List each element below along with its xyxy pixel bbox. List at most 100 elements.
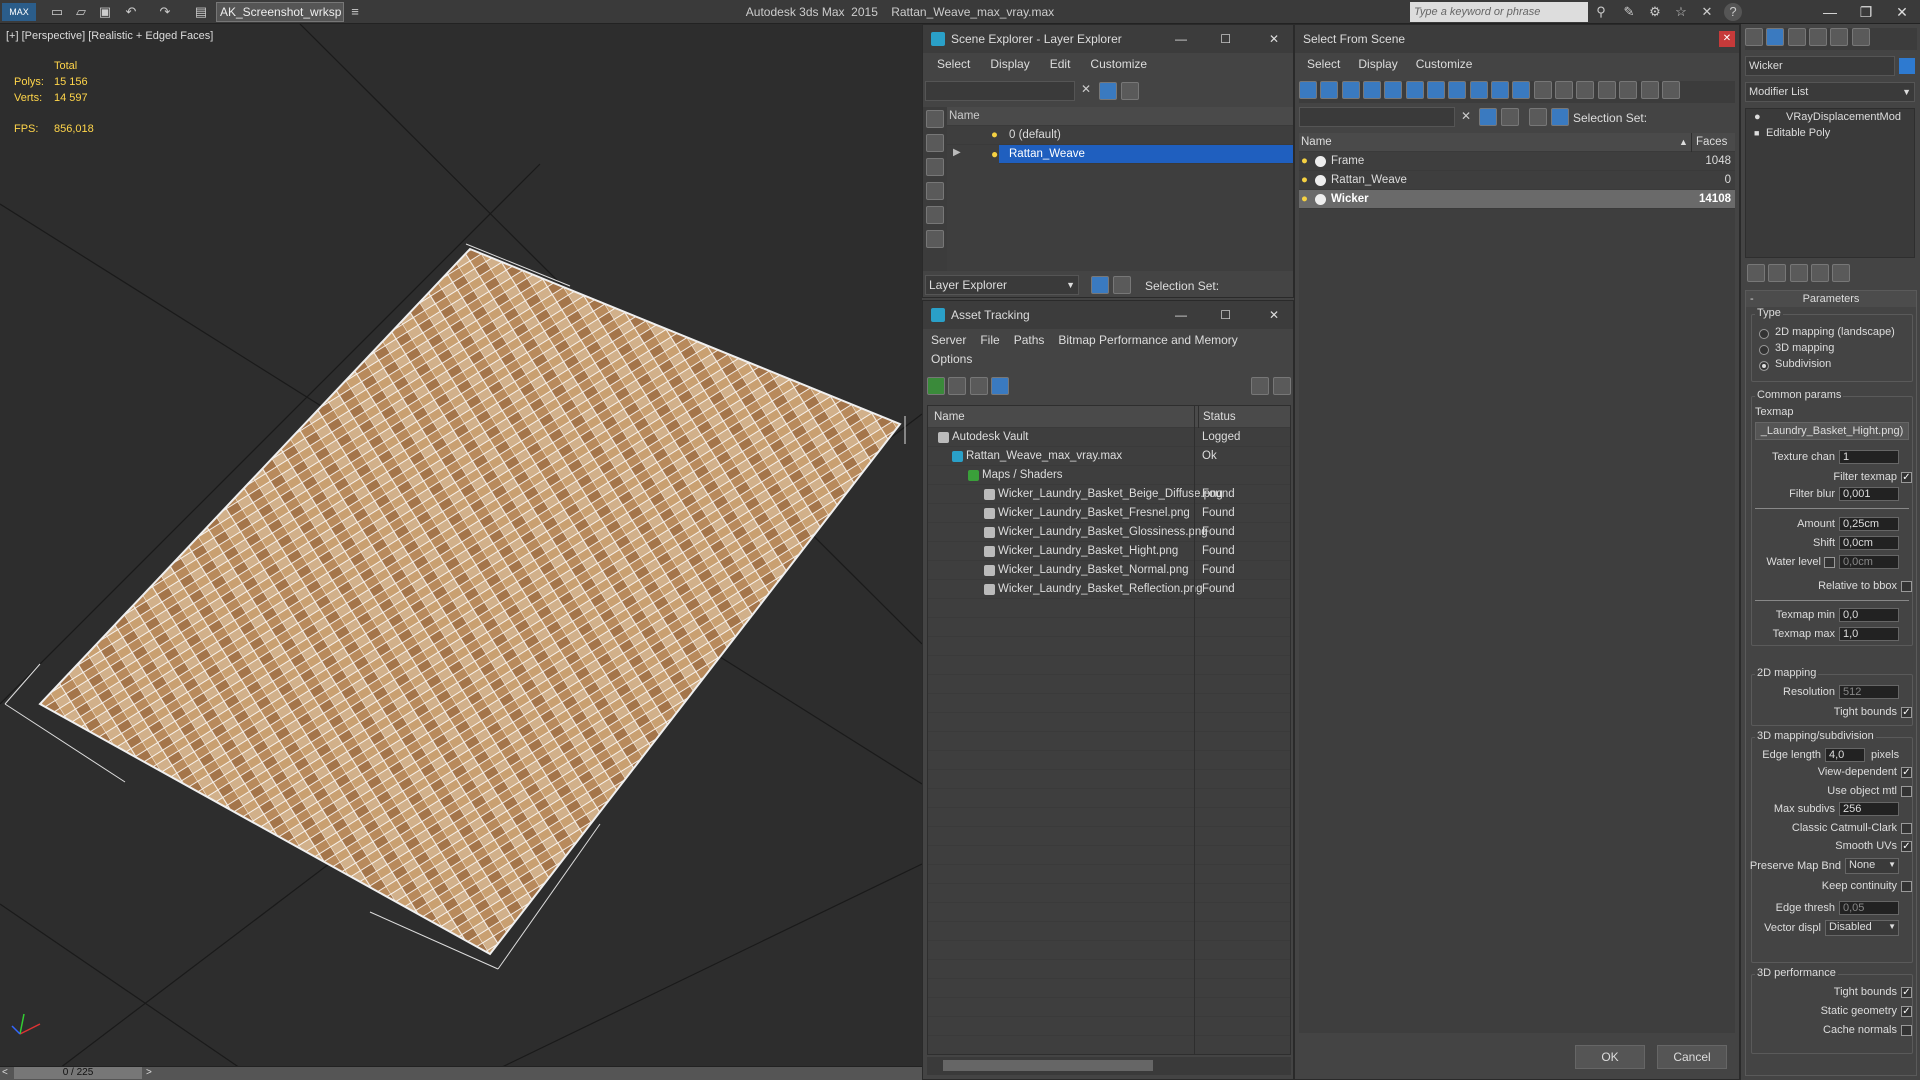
redo-icon[interactable]: ↷: [156, 3, 174, 21]
clear-find-icon[interactable]: ✕: [1461, 109, 1471, 123]
light-bulb-icon[interactable]: ●: [1301, 190, 1308, 209]
subscription-icon[interactable]: ⚙: [1646, 3, 1664, 21]
filter-blur-spinner[interactable]: 0,001: [1839, 487, 1899, 501]
asset-row[interactable]: Maps / Shaders: [928, 466, 1290, 485]
minimize-icon[interactable]: —: [1812, 0, 1848, 24]
display-hidden-icon[interactable]: [1533, 81, 1552, 99]
asset-row[interactable]: Autodesk Vault Logged: [928, 428, 1290, 447]
time-slider[interactable]: 0 / 225: [14, 1067, 142, 1079]
column-faces[interactable]: Faces: [1691, 133, 1727, 152]
layer-options-icon[interactable]: [1121, 82, 1139, 100]
smooth-uvs-checkbox[interactable]: ✓: [1901, 841, 1912, 852]
perspective-viewport[interactable]: [+] [Perspective] [Realistic + Edged Fac…: [0, 24, 922, 1068]
hierarchy-tab-icon[interactable]: [1787, 28, 1806, 46]
display-cameras-icon[interactable]: [1363, 81, 1382, 99]
light-bulb-icon[interactable]: ●: [1754, 109, 1761, 125]
radio-3d-mapping[interactable]: [1759, 345, 1769, 355]
display-invert-icon[interactable]: [1597, 81, 1616, 99]
display-frozen-icon[interactable]: [1512, 81, 1531, 99]
asset-tracking-titlebar[interactable]: Asset Tracking — ☐ ✕: [923, 301, 1293, 329]
layers-filter-icon[interactable]: [926, 230, 944, 248]
clear-filter-icon[interactable]: ✕: [1081, 82, 1091, 96]
radio-subdivision[interactable]: [1759, 361, 1769, 371]
asset-row[interactable]: Rattan_Weave_max_vray.max Ok: [928, 447, 1290, 466]
workspace-dropdown[interactable]: AK_Screenshot_wrksp: [216, 2, 344, 22]
texmap-button[interactable]: _Laundry_Basket_Hight.png): [1755, 422, 1909, 440]
workspace-menu-icon[interactable]: ≡: [346, 3, 364, 21]
sort-arrow-icon[interactable]: ▲: [1679, 133, 1688, 152]
project-folder-icon[interactable]: ▤: [192, 3, 210, 21]
layers-icon[interactable]: [1529, 108, 1547, 126]
light-bulb-icon[interactable]: ●: [1301, 152, 1308, 171]
display-geometry-icon[interactable]: [1299, 81, 1317, 99]
menu-paths[interactable]: Paths: [1014, 329, 1045, 351]
layer-column-name[interactable]: Name: [947, 107, 1293, 126]
list-view-icon[interactable]: [948, 377, 967, 395]
layer-explorer-titlebar[interactable]: Scene Explorer - Layer Explorer — ☐ ✕: [923, 25, 1293, 53]
edge-length-spinner[interactable]: 4,0: [1825, 748, 1865, 762]
app-logo-icon[interactable]: MAX: [2, 3, 36, 21]
menu-server[interactable]: Server: [931, 329, 966, 351]
next-frame-icon[interactable]: >: [146, 1067, 152, 1078]
new-file-icon[interactable]: ▭: [48, 3, 66, 21]
favorites-icon[interactable]: ☆: [1672, 3, 1690, 21]
show-end-result-icon[interactable]: [1768, 264, 1787, 282]
radio-2d-mapping[interactable]: [1759, 329, 1769, 339]
display-all-icon[interactable]: [1555, 81, 1574, 99]
menu-display[interactable]: Display: [1358, 53, 1397, 75]
max-subdivs-spinner[interactable]: 256: [1839, 802, 1899, 816]
menu-bitmap-performance[interactable]: Bitmap Performance and Memory: [1058, 329, 1237, 351]
display-bones-icon[interactable]: [1469, 81, 1488, 99]
display-groups-icon[interactable]: [1427, 81, 1446, 99]
static-geometry-checkbox[interactable]: ✓: [1901, 1006, 1912, 1017]
asset-row[interactable]: Wicker_Laundry_Basket_Normal.png Found: [928, 561, 1290, 580]
perf-tight-bounds-checkbox[interactable]: ✓: [1901, 987, 1912, 998]
explorer-type-dropdown[interactable]: Layer Explorer ▼: [925, 275, 1079, 295]
minimize-icon[interactable]: —: [1175, 25, 1187, 53]
display-shapes-icon[interactable]: [1320, 81, 1339, 99]
menu-customize[interactable]: Customize: [1416, 53, 1473, 75]
hierarchy-mode-icon[interactable]: [1113, 276, 1131, 294]
find-filter-icon[interactable]: [1479, 108, 1497, 126]
object-row[interactable]: ● Frame 1048: [1299, 152, 1735, 171]
cache-normals-checkbox[interactable]: [1901, 1025, 1912, 1036]
expand-arrow-icon[interactable]: ▶: [953, 147, 961, 158]
settings-icon[interactable]: [1273, 377, 1291, 395]
refresh-icon[interactable]: [927, 377, 945, 395]
layer-filter-input[interactable]: [925, 81, 1075, 101]
binoculars-icon[interactable]: ⚲: [1592, 3, 1610, 21]
hierarchy-icon[interactable]: [1640, 81, 1659, 99]
relative-bbox-checkbox[interactable]: [1901, 581, 1912, 592]
layer-row-rattan-weave[interactable]: Rattan_Weave: [999, 145, 1293, 164]
viewport-label[interactable]: [+] [Perspective] [Realistic + Edged Fac…: [6, 30, 213, 42]
shapes-filter-icon[interactable]: [926, 206, 944, 224]
menu-options[interactable]: Options: [931, 351, 972, 369]
edge-thresh-spinner[interactable]: 0,05: [1839, 901, 1899, 915]
amount-spinner[interactable]: 0,25cm: [1839, 517, 1899, 531]
horizontal-scrollbar[interactable]: [927, 1057, 1291, 1075]
display-helpers-icon[interactable]: [1384, 81, 1403, 99]
close-icon[interactable]: ✕: [1884, 0, 1920, 24]
menu-select[interactable]: Select: [937, 53, 970, 75]
light-bulb-icon[interactable]: ●: [1301, 171, 1308, 190]
classic-catmull-clark-checkbox[interactable]: [1901, 823, 1912, 834]
display-containers-icon[interactable]: [1491, 81, 1510, 99]
select-from-scene-titlebar[interactable]: Select From Scene ✕: [1295, 25, 1739, 53]
hierarchy-mode-icon[interactable]: [1551, 108, 1569, 126]
column-name[interactable]: Name: [1301, 133, 1332, 152]
collapse-icon[interactable]: [1661, 81, 1680, 99]
object-name-input[interactable]: Wicker: [1745, 56, 1895, 76]
cancel-button[interactable]: Cancel: [1657, 1045, 1727, 1069]
modifier-list-dropdown[interactable]: Modifier List ▼: [1745, 82, 1915, 102]
view-dependent-checkbox[interactable]: ✓: [1901, 767, 1912, 778]
filter-texmap-checkbox[interactable]: ✓: [1901, 472, 1912, 483]
texmap-min-spinner[interactable]: 0,0: [1839, 608, 1899, 622]
display-none-icon[interactable]: [926, 110, 944, 128]
keep-continuity-checkbox[interactable]: [1901, 881, 1912, 892]
display-invert-icon[interactable]: [926, 158, 944, 176]
texmap-max-spinner[interactable]: 1,0: [1839, 627, 1899, 641]
pin-stack-icon[interactable]: [1747, 264, 1765, 282]
maximize-icon[interactable]: ☐: [1220, 25, 1231, 53]
remove-modifier-icon[interactable]: [1811, 264, 1830, 282]
display-none-icon[interactable]: [1576, 81, 1595, 99]
